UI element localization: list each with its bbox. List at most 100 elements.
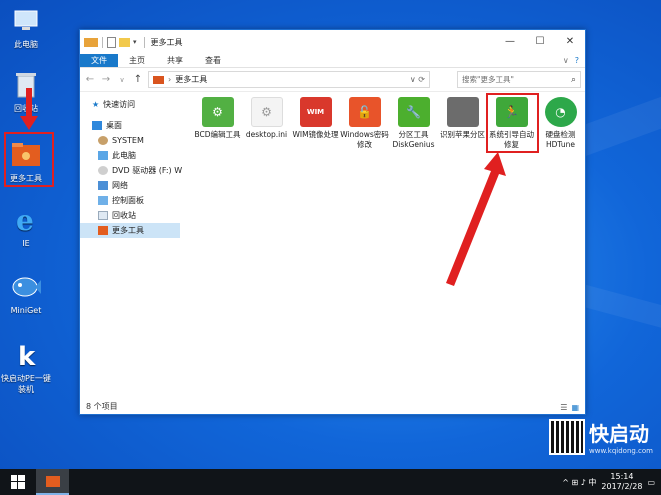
brand-name: 快启动 bbox=[589, 422, 650, 446]
highlight-box-boot-repair bbox=[486, 93, 539, 153]
forward-arrow-icon[interactable]: → bbox=[100, 74, 112, 85]
tab-file[interactable]: 文件 bbox=[80, 54, 118, 67]
apple-icon bbox=[446, 97, 479, 127]
search-icon[interactable]: ⌕ bbox=[571, 75, 576, 85]
wrench-icon: 🔧 bbox=[397, 97, 430, 127]
nav-more-tools[interactable]: 更多工具 bbox=[80, 223, 180, 238]
tab-home[interactable]: 主页 bbox=[118, 54, 156, 67]
nav-label: 更多工具 bbox=[112, 226, 144, 235]
nav-desktop[interactable]: 桌面 bbox=[80, 118, 180, 133]
svg-text:e: e bbox=[16, 206, 34, 234]
annotation-arrow-up bbox=[446, 152, 506, 286]
up-arrow-icon[interactable]: ↑ bbox=[132, 74, 144, 85]
file-label: BCD编辑工具 bbox=[194, 130, 241, 139]
file-hdtune[interactable]: ◔ 硬盘检测HDTune bbox=[536, 97, 585, 167]
kqidong-brand: 快启动 www.kqidong.com bbox=[549, 418, 653, 455]
recycle-bin-icon bbox=[98, 211, 108, 220]
navigation-pane: ★ 快速访问 桌面 SYSTEM 此电脑 DVD 驱动器 (F:) W 网络 控… bbox=[80, 93, 183, 400]
windows-logo-icon bbox=[11, 475, 25, 489]
nav-label: 控制面板 bbox=[112, 196, 144, 205]
chevron-down-icon[interactable]: ∨ bbox=[116, 76, 128, 84]
close-button[interactable]: ✕ bbox=[555, 30, 585, 52]
help-icon[interactable]: ? bbox=[575, 56, 579, 65]
folder-icon bbox=[153, 75, 164, 84]
search-input[interactable]: 搜索"更多工具" ⌕ bbox=[457, 71, 581, 88]
breadcrumb[interactable]: 更多工具 bbox=[175, 74, 207, 85]
nav-label: SYSTEM bbox=[112, 136, 144, 145]
nav-recycle-bin[interactable]: 回收站 bbox=[80, 208, 180, 223]
maximize-button[interactable]: ☐ bbox=[525, 30, 555, 52]
divider bbox=[102, 36, 103, 48]
desktop-icon-ie[interactable]: e IE bbox=[0, 205, 52, 249]
expand-ribbon-icon[interactable]: ∨ bbox=[563, 56, 569, 65]
nav-quick-access[interactable]: ★ 快速访问 bbox=[80, 97, 180, 112]
start-button[interactable] bbox=[0, 469, 36, 495]
kqidong-k-icon: k bbox=[10, 340, 42, 370]
file-label: 识别苹果分区 bbox=[440, 130, 485, 139]
nav-dvd-drive[interactable]: DVD 驱动器 (F:) W bbox=[80, 163, 183, 178]
nav-network[interactable]: 网络 bbox=[80, 178, 180, 193]
desktop-icon-label: 此电脑 bbox=[14, 40, 38, 49]
clock-time: 15:14 bbox=[610, 472, 634, 481]
desktop-icon-label: IE bbox=[22, 239, 30, 248]
nav-label: 桌面 bbox=[106, 121, 122, 130]
brand-url: www.kqidong.com bbox=[589, 447, 653, 455]
system-tray: ^ ⊞ ♪ 中 15:14 2017/2/28 ▭ bbox=[562, 472, 661, 492]
file-label: 分区工具DiskGenius bbox=[392, 130, 435, 149]
desktop-icon-label: MiniGet bbox=[10, 306, 42, 315]
back-arrow-icon[interactable]: ← bbox=[84, 74, 96, 85]
clock[interactable]: 15:14 2017/2/28 bbox=[601, 472, 642, 492]
computer-icon bbox=[10, 6, 42, 36]
taskbar: ^ ⊞ ♪ 中 15:14 2017/2/28 ▭ bbox=[0, 469, 661, 495]
taskbar-explorer-button[interactable] bbox=[36, 469, 69, 495]
details-view-icon[interactable]: ☰ bbox=[560, 403, 567, 412]
new-folder-icon[interactable] bbox=[119, 37, 130, 47]
nav-this-pc[interactable]: 此电脑 bbox=[80, 148, 180, 163]
gear-icon: ⚙ bbox=[201, 97, 234, 127]
title-bar: ▾ 更多工具 — ☐ ✕ bbox=[80, 30, 585, 54]
file-wim-tool[interactable]: WIM WIM镜像处理 bbox=[291, 97, 340, 167]
nav-label: 回收站 bbox=[112, 211, 136, 220]
clock-date: 2017/2/28 bbox=[601, 482, 643, 491]
control-panel-icon bbox=[98, 196, 108, 205]
chevron-down-icon[interactable]: ▾ bbox=[133, 38, 137, 46]
search-placeholder: 搜索"更多工具" bbox=[462, 75, 514, 84]
ini-file-icon: ⚙ bbox=[250, 97, 283, 127]
file-label: desktop.ini bbox=[245, 130, 288, 139]
nav-label: 快速访问 bbox=[103, 100, 136, 109]
annotation-arrow-down bbox=[20, 88, 38, 130]
file-desktop-ini[interactable]: ⚙ desktop.ini bbox=[242, 97, 291, 167]
large-icons-view-icon[interactable]: ▦ bbox=[571, 403, 579, 412]
nav-control-panel[interactable]: 控制面板 bbox=[80, 193, 180, 208]
ribbon-tabs: 文件 主页 共享 查看 ∨ ? bbox=[80, 54, 585, 68]
lock-icon: 🔓 bbox=[348, 97, 381, 127]
address-bar[interactable]: › 更多工具 ∨ ⟳ bbox=[148, 71, 430, 88]
nav-label: DVD 驱动器 (F:) W bbox=[112, 166, 183, 175]
desktop-icon bbox=[92, 121, 102, 130]
file-bcd-editor[interactable]: ⚙ BCD编辑工具 bbox=[193, 97, 242, 167]
svg-text:k: k bbox=[18, 342, 36, 369]
file-label: 硬盘检测HDTune bbox=[545, 130, 576, 149]
star-icon: ★ bbox=[92, 100, 100, 109]
file-windows-password[interactable]: 🔓 Windows密码修改 bbox=[340, 97, 389, 167]
desktop-icon-label: 快启动PE一键装机 bbox=[1, 374, 51, 394]
nav-system[interactable]: SYSTEM bbox=[80, 133, 180, 148]
desktop-icon-this-pc[interactable]: 此电脑 bbox=[0, 6, 52, 50]
disk-check-icon: ◔ bbox=[544, 97, 577, 127]
tray-icons[interactable]: ^ ⊞ ♪ 中 bbox=[562, 477, 596, 488]
window-title: 更多工具 bbox=[150, 37, 183, 47]
tools-folder-icon bbox=[45, 475, 60, 487]
refresh-icon[interactable]: ∨ ⟳ bbox=[410, 75, 425, 84]
minimize-button[interactable]: — bbox=[495, 30, 525, 52]
nav-label: 网络 bbox=[112, 181, 128, 190]
file-diskgenius[interactable]: 🔧 分区工具DiskGenius bbox=[389, 97, 438, 167]
desktop-icon-kqidong-installer[interactable]: k 快启动PE一键装机 bbox=[0, 340, 52, 395]
user-icon bbox=[98, 136, 108, 145]
nav-label: 此电脑 bbox=[112, 151, 136, 160]
desktop-icon-miniget[interactable]: MiniGet bbox=[0, 272, 52, 316]
notifications-icon[interactable]: ▭ bbox=[647, 478, 655, 487]
tab-share[interactable]: 共享 bbox=[156, 54, 194, 67]
tools-folder-icon bbox=[98, 226, 108, 235]
tab-view[interactable]: 查看 bbox=[194, 54, 232, 67]
properties-icon[interactable] bbox=[107, 36, 116, 48]
